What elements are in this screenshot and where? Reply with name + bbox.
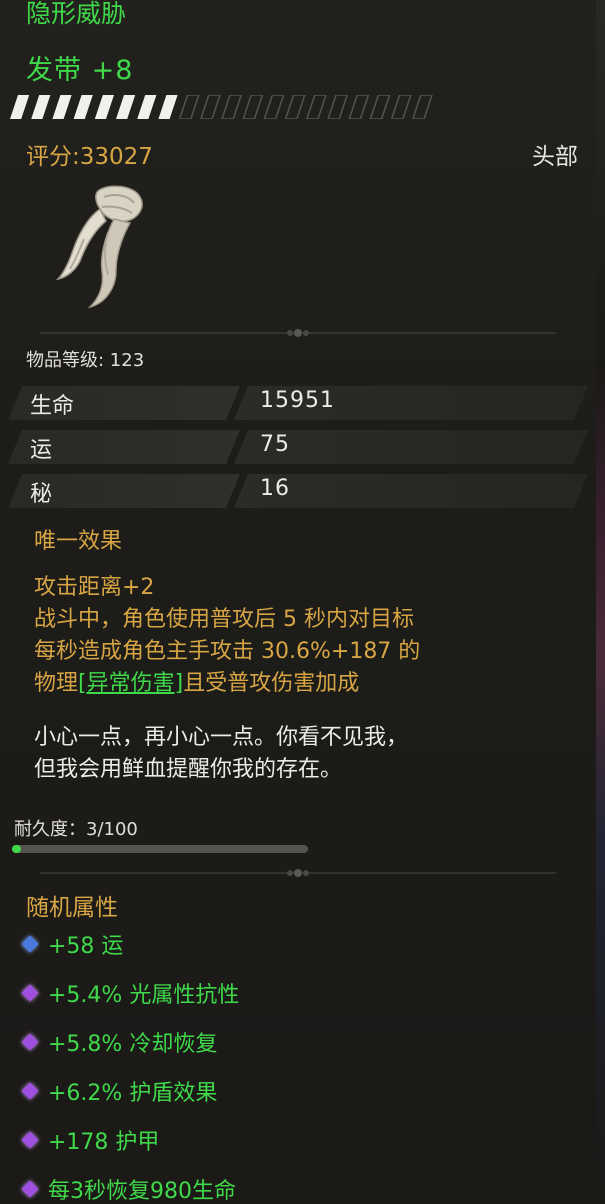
enhance-stripe-filled [52,95,72,119]
enhance-stripe-empty [412,95,433,119]
random-attribute: +178 护甲 [21,1124,160,1156]
unique-effect-title: 唯一效果 [34,529,123,554]
enhance-stripe-empty [348,95,370,119]
enhance-stripe-empty [284,95,306,119]
enhance-stripe-empty [327,95,348,119]
purple-gem-icon [21,984,39,1002]
random-attribute: 每3秒恢复980生命 [21,1173,236,1204]
random-attribute: +58 运 [21,928,124,960]
stat-row-luck: 运 75 [8,430,588,464]
effect-text-prefix: 物理 [34,671,79,696]
item-set-name: 隐形威胁 [26,0,127,28]
random-attribute: +5.8% 冷却恢复 [21,1026,218,1058]
stat-value: 15951 [260,388,335,413]
enhance-stripe-filled [10,95,30,119]
enhance-stripe-empty [263,95,285,119]
enhance-progress-bar [10,95,433,119]
item-score: 评分:33027 [26,144,153,170]
item-slot: 头部 [532,144,578,170]
stat-name: 生命 [30,394,75,419]
stat-value: 16 [260,476,290,501]
unique-effect-line: 战斗中，角色使用普攻后 5 秒内对目标 [34,607,414,632]
flavor-line: 但我会用鲜血提醒你我的存在。 [34,757,343,782]
background-scene-edge [596,0,605,1204]
abnormal-damage-link[interactable]: [异常伤害] [78,671,183,696]
enhance-stripe-filled [73,95,93,119]
enhance-stripe-empty [390,95,412,119]
enhance-stripe-filled [158,95,178,119]
enhance-stripe-empty [306,95,327,119]
enhance-stripe-empty [221,95,242,119]
enhance-stripe-filled [116,95,136,119]
random-attribute: +5.4% 光属性抗性 [21,977,240,1009]
stat-name: 秘 [30,482,53,507]
enhance-stripe-filled [94,95,114,119]
enhance-stripe-filled [31,95,51,119]
random-attribute: +6.2% 护盾效果 [21,1075,218,1107]
enhance-stripe-empty [242,95,264,119]
durability-fill [12,845,21,853]
stat-row-hp: 生命 15951 [8,386,588,420]
purple-gem-icon [21,1131,39,1149]
effect-text-suffix: 且受普攻伤害加成 [183,671,360,696]
random-attributes-title: 随机属性 [26,895,118,921]
stat-name: 运 [30,438,53,463]
item-tooltip-panel: 隐形威胁 发带 +8 评分:33027 头部 物品等级: 123 生命 1595… [0,0,597,1204]
section-divider [40,329,556,337]
durability-bar [12,845,308,853]
purple-gem-icon [21,1033,39,1051]
headband-icon[interactable] [54,183,158,313]
flavor-text: 小心一点，再小心一点。你看不见我， 但我会用鲜血提醒你我的存在。 [34,722,579,786]
purple-gem-icon [21,1180,39,1198]
flavor-line: 小心一点，再小心一点。你看不见我， [34,725,409,750]
purple-gem-icon [21,1082,39,1100]
stat-row-secret: 秘 16 [8,474,588,508]
unique-effect-line: 攻击距离+2 [34,575,155,600]
section-divider [40,869,556,877]
durability-label: 耐久度：3/100 [14,819,138,840]
enhance-stripe-empty [200,95,221,119]
blue-gem-icon [21,935,39,953]
unique-effect-line: 物理[异常伤害]且受普攻伤害加成 [34,668,359,700]
unique-effect-line: 每秒造成角色主手攻击 30.6%+187 的 [34,639,421,664]
enhance-stripe-empty [178,95,200,119]
item-level: 物品等级: 123 [26,350,145,371]
enhance-stripe-empty [369,95,391,119]
attribute-text: +5.4% 光属性抗性 [48,983,240,1008]
attribute-text: +178 护甲 [48,1130,160,1155]
attribute-text: +6.2% 护盾效果 [48,1081,218,1106]
stat-value: 75 [260,432,290,457]
enhance-stripe-filled [137,95,157,119]
item-name: 发带 +8 [26,55,134,86]
attribute-text: +5.8% 冷却恢复 [48,1032,218,1057]
attribute-text: 每3秒恢复980生命 [48,1179,236,1204]
attribute-text: +58 运 [48,934,124,959]
